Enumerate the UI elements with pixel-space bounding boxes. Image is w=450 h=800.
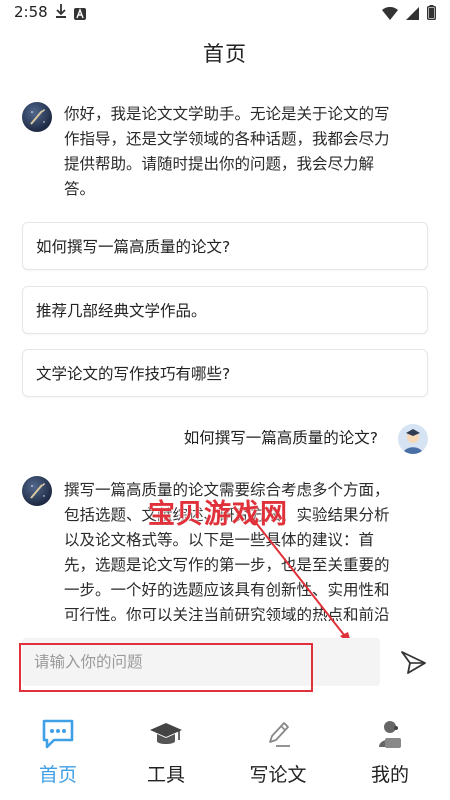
tab-label: 我的 <box>370 764 409 786</box>
tab-home[interactable]: 首页 <box>2 708 114 800</box>
tab-tools[interactable]: 工具 <box>110 708 222 800</box>
user-icon <box>372 716 408 752</box>
question-input-box[interactable] <box>22 638 380 686</box>
tab-label: 工具 <box>146 764 185 786</box>
pencil-icon <box>260 716 296 752</box>
graduation-cap-icon <box>148 716 184 752</box>
chat-bubble-icon <box>40 716 76 752</box>
send-button[interactable] <box>398 647 428 677</box>
tab-write-paper[interactable]: 写论文 <box>222 708 334 800</box>
tab-label: 写论文 <box>249 764 307 786</box>
bottom-tab-bar: 首页 工具 写论文 我的 <box>0 708 450 800</box>
tab-mine[interactable]: 我的 <box>334 708 446 800</box>
question-input[interactable] <box>22 638 380 686</box>
tab-label: 首页 <box>38 764 77 786</box>
send-icon <box>401 651 426 674</box>
